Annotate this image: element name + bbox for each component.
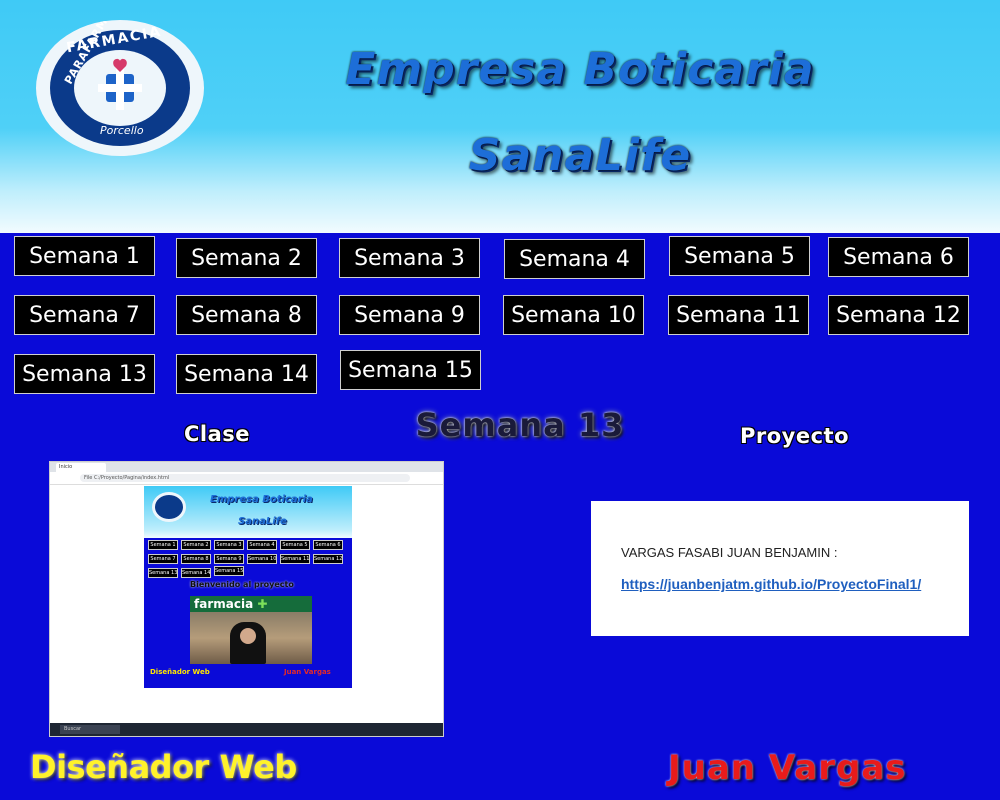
person-face [240, 628, 256, 644]
screenshot-header: Empresa Boticaria SanaLife [144, 486, 352, 538]
pharmacy-logo: FARMACIA PARAFARMACIA Porcello [36, 20, 204, 156]
footer-designer-label: Diseñador Web [30, 748, 297, 786]
week-button-8[interactable]: Semana 8 [176, 295, 317, 335]
week-button-12[interactable]: Semana 12 [828, 295, 969, 335]
screenshot-logo [152, 492, 186, 522]
week-button-15[interactable]: Semana 15 [340, 350, 481, 390]
screenshot-week: Semana 2 [181, 540, 211, 550]
footer-author-name: Juan Vargas [668, 748, 907, 788]
screenshot-page: Empresa Boticaria SanaLife Semana 1 Sema… [144, 486, 352, 688]
screenshot-week: Semana 11 [280, 554, 310, 564]
taskbar-search: Buscar [60, 725, 120, 734]
screenshot-pharmacy-sign: farmacia ✚ [190, 596, 312, 612]
clase-heading: Clase [184, 422, 251, 446]
screenshot-week: Semana 8 [181, 554, 211, 564]
site-title: Empresa Boticaria [345, 44, 815, 95]
class-screenshot: Inicio File C:/Proyecto/Pagina/index.htm… [49, 461, 444, 737]
week-button-2[interactable]: Semana 2 [176, 238, 317, 278]
browser-tab: Inicio [56, 463, 106, 472]
screenshot-week: Semana 6 [313, 540, 343, 550]
site-subtitle: SanaLife [468, 130, 692, 181]
browser-url: File C:/Proyecto/Pagina/index.html [80, 474, 410, 482]
week-button-5[interactable]: Semana 5 [669, 236, 810, 276]
current-week-title: Semana 13 [415, 406, 625, 444]
screenshot-title: Empresa Boticaria [210, 494, 313, 505]
screenshot-week: Semana 14 [181, 568, 211, 578]
week-button-9[interactable]: Semana 9 [339, 295, 480, 335]
week-button-4[interactable]: Semana 4 [504, 239, 645, 279]
screenshot-photo [190, 612, 312, 664]
week-button-3[interactable]: Semana 3 [339, 238, 480, 278]
screenshot-welcome: Bienvenido al proyecto [190, 580, 294, 589]
screenshot-week: Semana 10 [247, 554, 277, 564]
screenshot-subtitle: SanaLife [238, 516, 287, 527]
pharmacy-sign-text: farmacia [194, 597, 254, 611]
header-banner: FARMACIA PARAFARMACIA Porcello Empresa B… [0, 0, 1000, 233]
browser-address-bar: File C:/Proyecto/Pagina/index.html [50, 472, 443, 485]
week-button-7[interactable]: Semana 7 [14, 295, 155, 335]
screenshot-week: Semana 1 [148, 540, 178, 550]
screenshot-footer-right: Juan Vargas [284, 668, 331, 676]
screenshot-week: Semana 13 [148, 568, 178, 578]
proyecto-heading: Proyecto [740, 424, 850, 448]
week-button-14[interactable]: Semana 14 [176, 354, 317, 394]
browser-tabbar: Inicio [50, 462, 443, 472]
screenshot-week: Semana 5 [280, 540, 310, 550]
screenshot-week: Semana 7 [148, 554, 178, 564]
screenshot-taskbar: Buscar [50, 723, 443, 736]
logo-bottom-text: Porcello [100, 124, 144, 137]
week-button-10[interactable]: Semana 10 [503, 295, 644, 335]
screenshot-footer-left: Diseñador Web [150, 668, 210, 676]
week-button-11[interactable]: Semana 11 [668, 295, 809, 335]
project-card: VARGAS FASABI JUAN BENJAMIN : https://ju… [591, 501, 969, 636]
screenshot-week: Semana 3 [214, 540, 244, 550]
week-button-13[interactable]: Semana 13 [14, 354, 155, 394]
week-button-1[interactable]: Semana 1 [14, 236, 155, 276]
screenshot-week: Semana 9 [214, 554, 244, 564]
project-author: VARGAS FASABI JUAN BENJAMIN : [621, 545, 838, 560]
screenshot-week: Semana 12 [313, 554, 343, 564]
project-link[interactable]: https://juanbenjatm.github.io/ProyectoFi… [621, 576, 921, 592]
screenshot-week: Semana 4 [247, 540, 277, 550]
plus-icon: ✚ [257, 597, 268, 611]
week-button-6[interactable]: Semana 6 [828, 237, 969, 277]
screenshot-week: Semana 15 [214, 566, 244, 576]
